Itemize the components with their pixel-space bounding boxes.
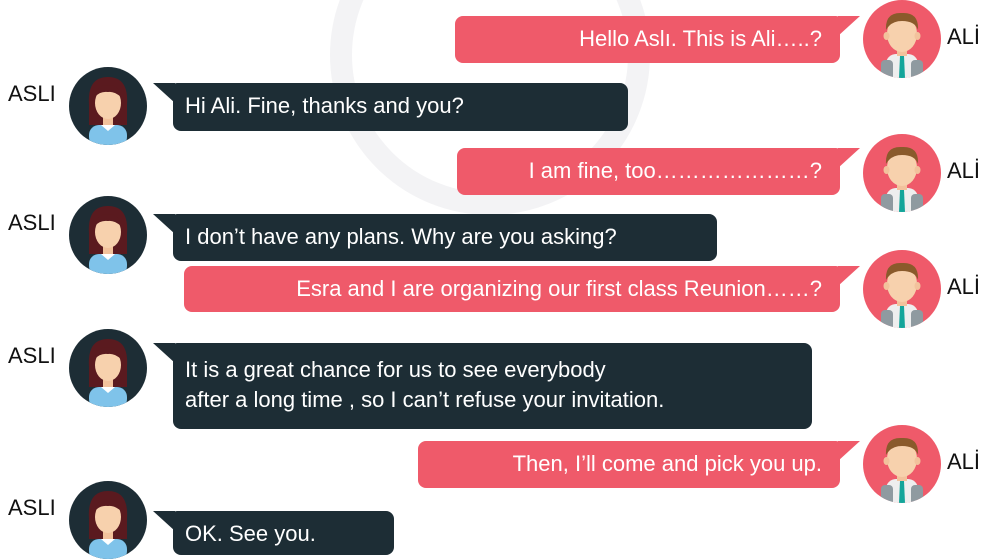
message-text-line-2: after a long time , so I can’t refuse yo… — [185, 387, 665, 412]
message-text: Esra and I are organizing our first clas… — [296, 276, 822, 301]
male-avatar-icon — [863, 250, 941, 328]
message-text: OK. See you. — [185, 521, 316, 546]
female-avatar-icon — [69, 329, 147, 407]
speaker-name: ALİ — [947, 449, 981, 474]
speaker-name: ALİ — [947, 24, 981, 49]
female-avatar-icon — [69, 481, 147, 559]
message-text-line-1: It is a great chance for us to see every… — [185, 357, 606, 382]
speaker-name: ALİ — [947, 158, 981, 183]
female-avatar-icon-graphic — [88, 491, 128, 559]
chat-message-asli: ASLI OK. See you. — [0, 481, 1003, 559]
speaker-name: ALİ — [947, 274, 981, 299]
message-text: Hi Ali. Fine, thanks and you? — [185, 93, 464, 118]
message-text: Hello Aslı. This is Ali…..? — [579, 26, 822, 51]
chat-message-asli: ASLI It is a great chance for us to see … — [0, 329, 1003, 433]
speaker-name: ASLI — [8, 343, 56, 368]
message-bubble: OK. See you. — [153, 511, 394, 555]
chat-message-ali: Esra and I are organizing our first clas… — [0, 250, 1003, 330]
message-bubble: Hello Aslı. This is Ali…..? — [455, 16, 860, 63]
speaker-name: ASLI — [8, 210, 56, 235]
message-bubble: Esra and I are organizing our first clas… — [184, 266, 860, 312]
female-avatar-icon-graphic — [88, 339, 128, 407]
male-avatar-icon-graphic — [881, 262, 923, 328]
message-bubble: It is a great chance for us to see every… — [153, 343, 812, 429]
message-text: I am fine, too…………………? — [528, 158, 822, 183]
message-bubble: I am fine, too…………………? — [457, 148, 860, 195]
speaker-name: ASLI — [8, 81, 56, 106]
message-text: Then, I’ll come and pick you up. — [512, 451, 822, 476]
message-text: I don’t have any plans. Why are you aski… — [185, 224, 617, 249]
speaker-name: ASLI — [8, 495, 56, 520]
message-bubble: Hi Ali. Fine, thanks and you? — [153, 83, 628, 131]
